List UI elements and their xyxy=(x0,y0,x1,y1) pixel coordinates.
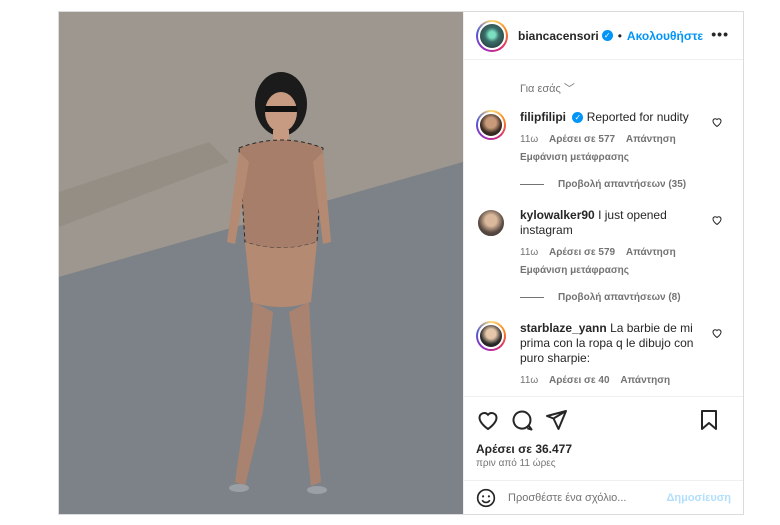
post-photo[interactable] xyxy=(59,12,463,514)
reply-button[interactable]: Απάντηση xyxy=(626,134,676,145)
more-options-icon[interactable]: ••• xyxy=(711,26,729,42)
comments-list[interactable]: Για εσάς ﹀ filipfilipi ✓ Reported for nu… xyxy=(464,60,743,398)
post-action-bar xyxy=(464,396,743,442)
comment-time: 11ω xyxy=(520,375,539,386)
view-replies-button[interactable]: Προβολή απαντήσεων (35) xyxy=(520,179,731,190)
verified-badge-icon: ✓ xyxy=(572,112,584,124)
like-comment-heart-icon[interactable] xyxy=(711,214,723,226)
comment-text: Reported for nudity xyxy=(586,110,689,124)
comment-likes[interactable]: Αρέσει σε 40 xyxy=(549,375,610,386)
comment-likes[interactable]: Αρέσει σε 577 xyxy=(549,134,615,145)
commenter-avatar[interactable] xyxy=(476,321,506,351)
author-username[interactable]: biancacensori xyxy=(518,29,599,43)
comment-bubble-icon[interactable] xyxy=(510,408,534,432)
sort-for-you-dropdown[interactable]: Για εσάς ﹀ xyxy=(520,80,731,96)
share-paper-plane-icon[interactable] xyxy=(544,408,568,432)
comment-time: 11ω xyxy=(520,247,539,258)
replies-line xyxy=(520,184,544,185)
post-side-panel: biancacensori ✓ • Ακολουθήστε ••• Για εσ… xyxy=(463,12,743,514)
like-comment-heart-icon[interactable] xyxy=(711,327,723,339)
view-replies-label: Προβολή απαντήσεων (35) xyxy=(558,179,687,190)
photo-illustration xyxy=(59,12,463,514)
reply-button[interactable]: Απάντηση xyxy=(620,375,670,386)
like-heart-icon[interactable] xyxy=(476,408,500,432)
reply-button[interactable]: Απάντηση xyxy=(626,247,676,258)
comment-likes[interactable]: Αρέσει σε 579 xyxy=(549,247,615,258)
author-avatar[interactable] xyxy=(476,19,508,52)
separator-dot: • xyxy=(617,28,622,43)
comment-username[interactable]: filipfilipi xyxy=(520,110,566,124)
comment-username[interactable]: starblaze_yann xyxy=(520,321,607,335)
comment-time: 11ω xyxy=(520,134,539,145)
view-replies-button[interactable]: Προβολή απαντήσεων (8) xyxy=(520,292,731,303)
comment-item: kylowalker90 I just opened instagram 11ω… xyxy=(476,208,731,278)
follow-button[interactable]: Ακολουθήστε xyxy=(627,29,703,43)
replies-line xyxy=(520,297,544,298)
sort-label: Για εσάς xyxy=(520,83,561,95)
see-translation-button[interactable]: Εμφάνιση μετάφρασης xyxy=(520,263,710,278)
comment-input[interactable] xyxy=(508,491,658,504)
add-comment-bar: Δημοσίευση xyxy=(464,480,743,514)
post-header: biancacensori ✓ • Ακολουθήστε ••• xyxy=(464,12,743,60)
likes-count[interactable]: Αρέσει σε 36.477 xyxy=(476,442,572,456)
comment-item: filipfilipi ✓ Reported for nudity 11ω Αρ… xyxy=(476,110,731,165)
comment-item: starblaze_yann La barbie de mi prima con… xyxy=(476,321,731,388)
view-replies-label: Προβολή απαντήσεων (8) xyxy=(558,292,681,303)
chevron-down-icon: ﹀ xyxy=(563,83,575,95)
verified-badge-icon: ✓ xyxy=(601,30,613,41)
post-comment-button[interactable]: Δημοσίευση xyxy=(666,492,731,504)
post-time-ago: πριν από 11 ώρες xyxy=(476,458,556,469)
see-translation-button[interactable]: Εμφάνιση μετάφρασης xyxy=(520,150,710,165)
commenter-avatar[interactable] xyxy=(476,110,506,140)
save-bookmark-icon[interactable] xyxy=(697,408,721,432)
post-modal: biancacensori ✓ • Ακολουθήστε ••• Για εσ… xyxy=(58,11,744,515)
like-comment-heart-icon[interactable] xyxy=(711,116,723,128)
comment-username[interactable]: kylowalker90 xyxy=(520,208,595,222)
commenter-avatar[interactable] xyxy=(476,208,506,238)
emoji-icon[interactable] xyxy=(476,488,496,508)
